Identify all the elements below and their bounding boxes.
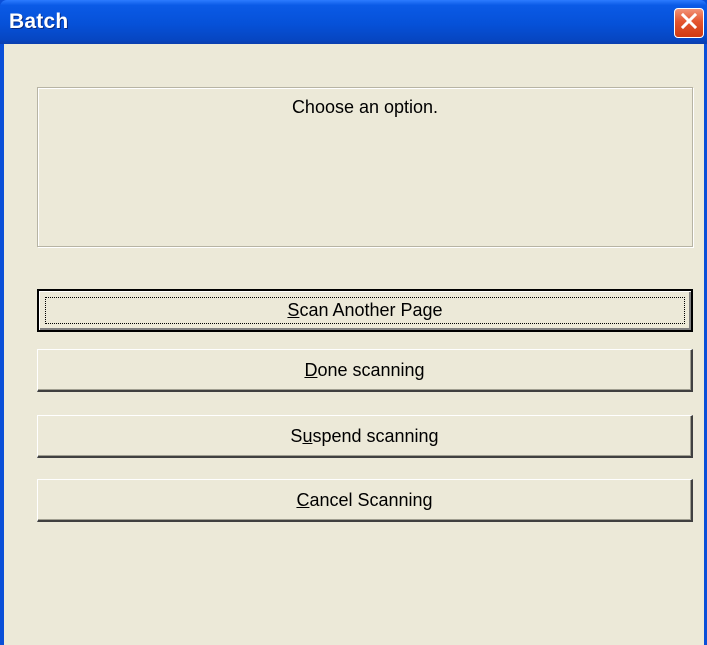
scan-another-page-label: Scan Another Page	[287, 300, 443, 320]
title-bar[interactable]: Batch	[0, 0, 707, 44]
batch-dialog: Batch Choose an option. Scan Another Pag…	[0, 0, 707, 645]
cancel-scanning-button[interactable]: Cancel Scanning	[37, 479, 693, 522]
dialog-body: Choose an option. Scan Another Page Done…	[4, 44, 704, 645]
close-icon	[679, 11, 699, 36]
message-panel: Choose an option.	[37, 87, 693, 247]
done-scanning-button[interactable]: Done scanning	[37, 349, 693, 392]
done-scanning-label: Done scanning	[304, 359, 425, 380]
message-text: Choose an option.	[291, 97, 439, 117]
suspend-scanning-button[interactable]: Suspend scanning	[37, 415, 693, 458]
close-button[interactable]	[674, 8, 704, 38]
scan-another-page-button[interactable]: Scan Another Page	[37, 289, 693, 332]
cancel-scanning-label: Cancel Scanning	[296, 489, 433, 510]
suspend-scanning-label: Suspend scanning	[290, 425, 439, 446]
window-title: Batch	[9, 10, 69, 33]
